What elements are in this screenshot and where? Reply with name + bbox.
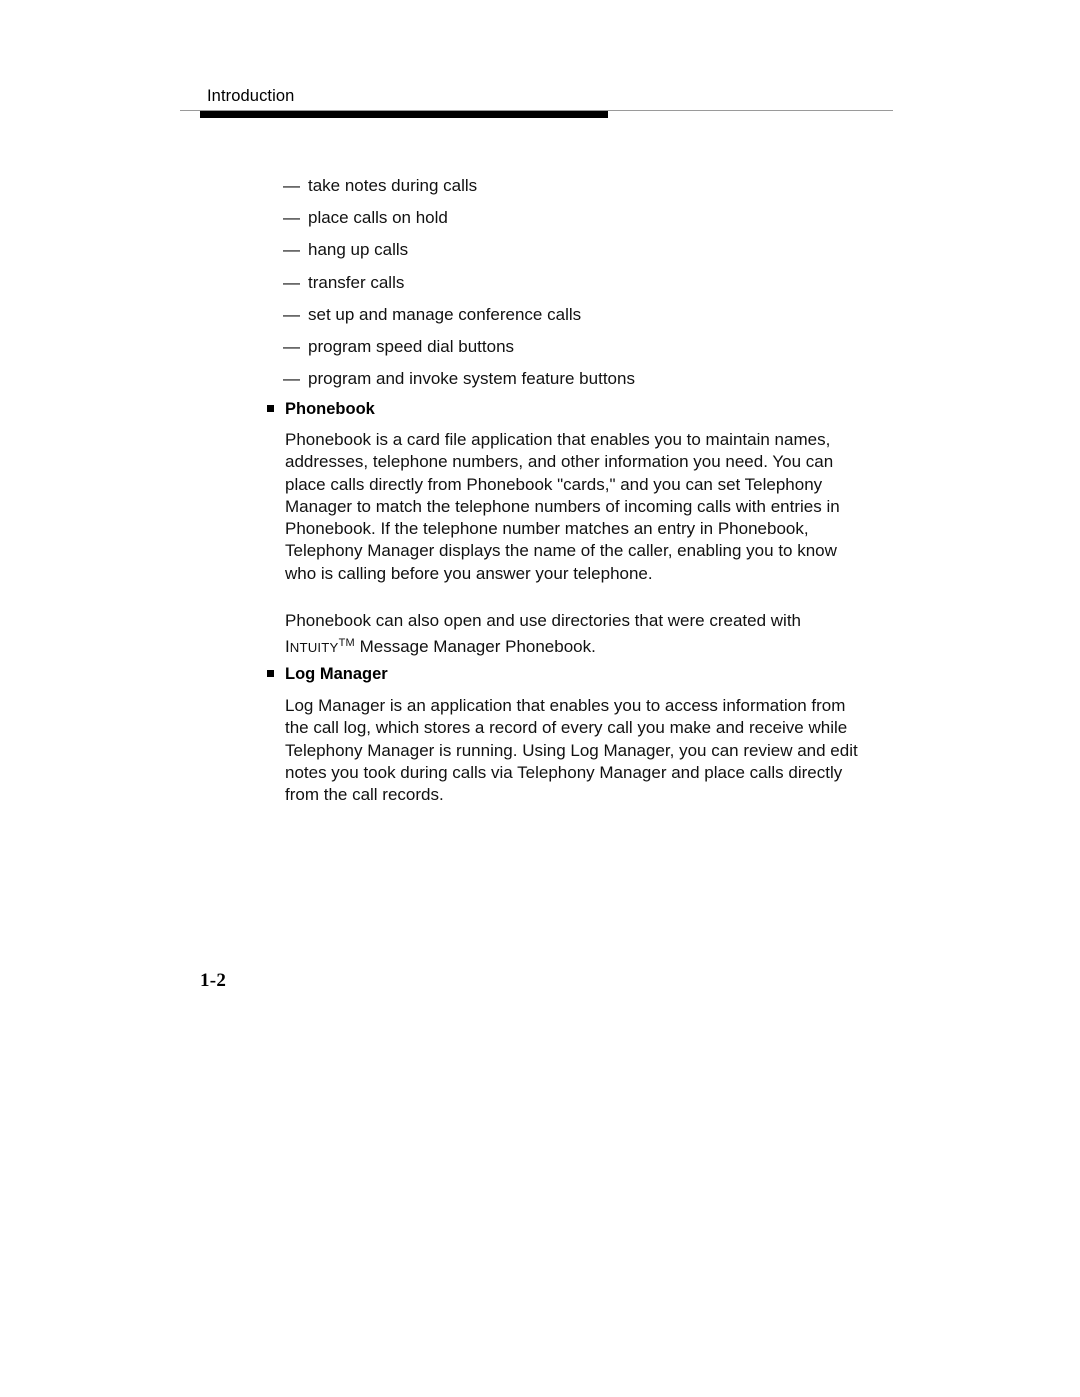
list-item: — hang up calls [283, 234, 883, 266]
paragraph-tail-text: Message Manager Phonebook. [354, 637, 596, 657]
list-item: — place calls on hold [283, 202, 883, 234]
list-item-label: place calls on hold [308, 208, 448, 228]
trademark-symbol: TM [338, 637, 355, 650]
paragraph-log-manager-1: Log Manager is an application that enabl… [285, 696, 858, 805]
em-dash-marker: — [283, 272, 300, 292]
list-item-label: program and invoke system feature button… [308, 369, 635, 389]
section-heading-log-manager: Log Manager [267, 664, 388, 684]
paragraph-phonebook-2: Phonebook can also open and use director… [285, 610, 865, 660]
em-dash-marker: — [283, 304, 300, 324]
header-title: Introduction [207, 87, 295, 105]
em-dash-marker: — [283, 176, 300, 195]
em-dash-marker: — [283, 208, 300, 228]
paragraph-phonebook-1: Phonebook is a card file application tha… [285, 430, 840, 583]
list-item-label: program speed dial buttons [308, 337, 515, 357]
square-bullet-icon [267, 405, 274, 412]
dash-list: — take notes during calls — place calls … [283, 170, 883, 395]
em-dash-marker: — [283, 369, 300, 389]
brand-smallcaps: NTUITY [289, 640, 339, 656]
em-dash-marker: — [283, 240, 300, 260]
header-rule-thick [200, 111, 608, 118]
list-item: — set up and manage conference calls [283, 299, 883, 331]
document-page: Introduction — take notes during calls —… [0, 0, 1080, 1397]
list-item: — transfer calls [283, 267, 883, 299]
list-item-label: hang up calls [308, 240, 409, 260]
list-item: — take notes during calls [283, 170, 883, 202]
page-number: 1-2 [200, 970, 227, 991]
em-dash-marker: — [283, 337, 300, 357]
paragraph-lead-text: Phonebook can also open and use director… [285, 611, 801, 630]
square-bullet-icon [267, 670, 274, 677]
list-item: — program and invoke system feature butt… [283, 363, 883, 395]
section-heading-label: Phonebook [285, 400, 375, 418]
brand-intuity: INTUITY [285, 637, 339, 656]
list-item-label: transfer calls [308, 272, 405, 292]
list-item-label: set up and manage conference calls [308, 304, 582, 324]
section-heading-phonebook: Phonebook [267, 399, 375, 419]
list-item: — program speed dial buttons [283, 331, 883, 363]
section-heading-label: Log Manager [285, 665, 388, 683]
list-item-label: take notes during calls [308, 176, 478, 195]
